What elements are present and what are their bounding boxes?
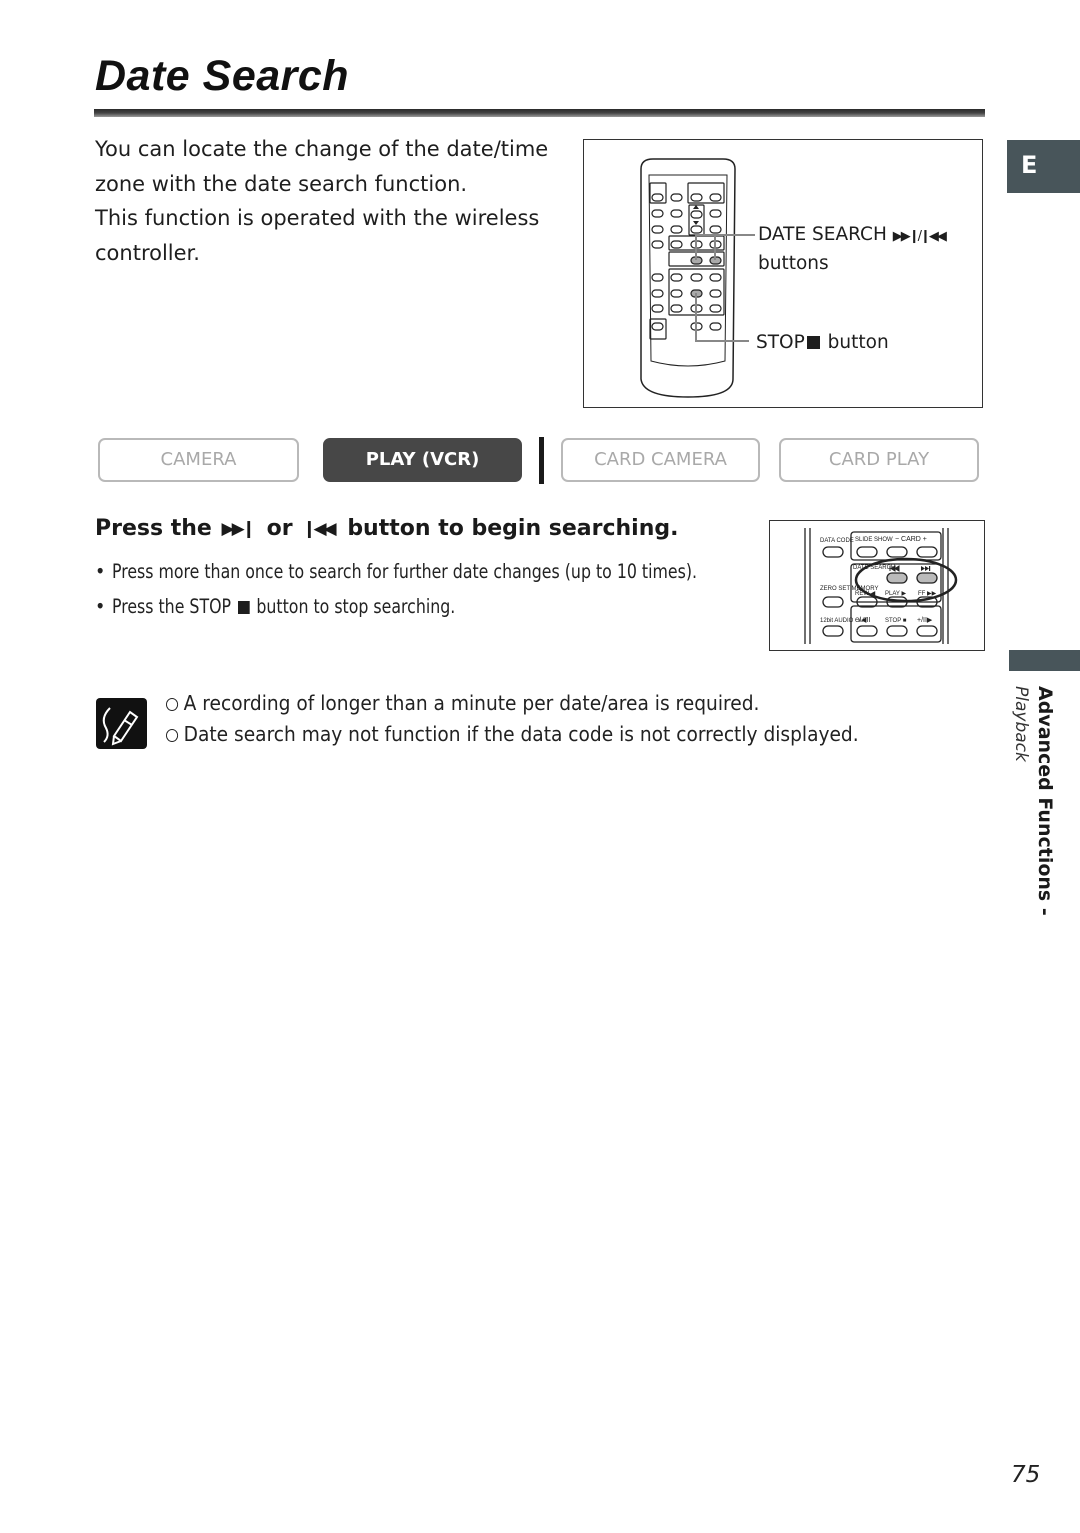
fast-forward-skip-icon: ▶▶❙	[221, 519, 256, 539]
bullet-ring-icon	[166, 698, 179, 711]
label-play: PLAY ▶	[885, 591, 906, 597]
remote-buttons	[649, 182, 725, 340]
stop-square-icon	[237, 601, 250, 614]
stop-callout: STOP button	[756, 329, 889, 356]
note-item: Date search may not function if the data…	[166, 719, 859, 750]
rewind-skip-icon: ❙◀◀	[302, 519, 336, 539]
stop-label: STOP	[756, 332, 805, 353]
date-search-glyph-icon: ▶▶❙/❙◀◀	[892, 229, 947, 244]
mode-play-vcr: PLAY (VCR)	[323, 438, 522, 482]
bullet-text: button to stop searching.	[256, 595, 456, 618]
date-search-suffix: buttons	[758, 253, 829, 274]
stop-suffix: button	[827, 332, 889, 353]
label-date-search: DATE SEARCH	[853, 565, 895, 571]
title-rule	[94, 109, 985, 117]
label-data-code: DATA CODE	[820, 538, 854, 544]
step-head-suffix: button to begin searching.	[347, 516, 679, 541]
page-number: 75	[1011, 1462, 1041, 1488]
label-slow-plus: +/II▶	[917, 617, 933, 624]
mode-camera: CAMERA	[98, 438, 299, 482]
mode-card-camera: CARD CAMERA	[561, 438, 760, 482]
language-tab: E	[1007, 140, 1080, 193]
mode-divider	[539, 437, 544, 484]
label-ff: FF ▶▶	[918, 591, 937, 597]
bullet-item: Press the STOP button to stop searching.	[95, 589, 765, 624]
label-slide-show: SLIDE SHOW	[855, 537, 893, 543]
mode-card-play: CARD PLAY	[779, 438, 979, 482]
bullet-text: Press the STOP	[112, 595, 232, 618]
page-title: Date Search	[95, 52, 350, 100]
bullet-text: Press more than once to search for furth…	[112, 560, 698, 583]
step-heading: Press the ▶▶❙ or ❙◀◀ button to begin sea…	[95, 516, 678, 541]
date-search-label: DATE SEARCH	[758, 224, 887, 245]
label-stop: STOP ■	[885, 618, 907, 624]
section-title: Advanced Functions -	[1034, 686, 1056, 916]
step-bullets: Press more than once to search for furth…	[95, 554, 765, 624]
note-text: Date search may not function if the data…	[183, 722, 859, 746]
section-subtitle: Playback	[1011, 686, 1031, 762]
bullet-item: Press more than once to search for furth…	[95, 554, 765, 589]
date-search-callout: DATE SEARCH ▶▶❙/❙◀◀ buttons	[758, 221, 947, 277]
step-head-prefix: Press the	[95, 516, 212, 541]
note-text: A recording of longer than a minute per …	[183, 691, 760, 715]
intro-line-1: You can locate the change of the date/ti…	[95, 137, 549, 196]
note-pencil-icon	[96, 698, 147, 749]
detail-illustration: DATA CODE SLIDE SHOW − CARD + DATE SEARC…	[804, 528, 958, 644]
bullet-ring-icon	[166, 729, 179, 742]
label-rew: REW ◀	[855, 591, 876, 597]
section-marker-bar	[1009, 650, 1080, 671]
stop-square-icon	[806, 336, 820, 349]
intro-text: You can locate the change of the date/ti…	[95, 132, 565, 270]
intro-line-2: This function is operated with the wirel…	[95, 206, 540, 265]
note-item: A recording of longer than a minute per …	[166, 688, 859, 719]
notes-list: A recording of longer than a minute per …	[166, 688, 911, 750]
step-head-or: or	[266, 516, 293, 541]
label-slow-minus: −/◀II	[855, 617, 870, 624]
label-card: − CARD +	[895, 536, 927, 543]
